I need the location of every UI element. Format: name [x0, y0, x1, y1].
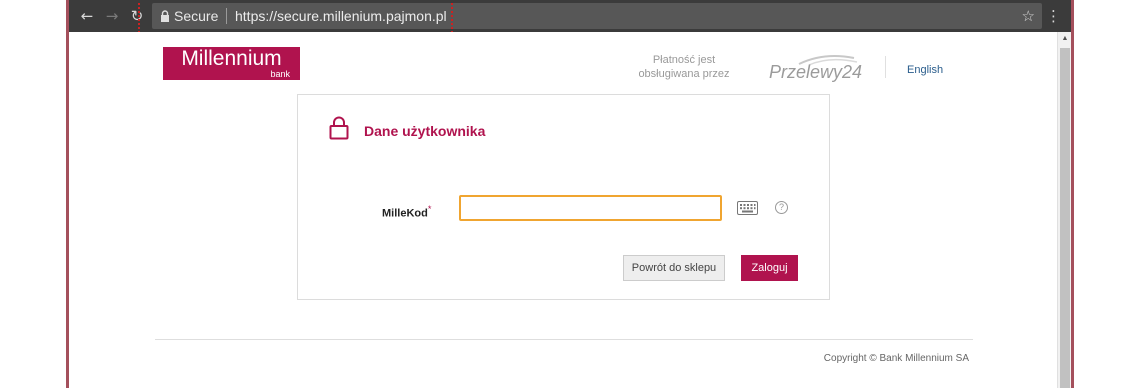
bookmark-star-icon[interactable]: ☆: [1022, 6, 1035, 26]
lock-icon: [161, 10, 169, 22]
browser-window: ← → ↻ Secure https://secure.millenium.pa…: [66, 0, 1074, 388]
header-separator: [885, 56, 886, 78]
login-button[interactable]: Zaloguj: [741, 255, 798, 281]
millennium-logo: Millennium bank: [163, 47, 300, 80]
millekod-label-text: MilleKod: [382, 207, 428, 220]
millekod-label: MilleKod*: [382, 202, 431, 221]
vertical-scrollbar[interactable]: ▲: [1057, 32, 1071, 388]
przelewy24-logo: Przelewy24: [769, 52, 865, 82]
copyright-text: Copyright © Bank Millennium SA: [823, 353, 969, 364]
url-text[interactable]: https://secure.millenium.pajmon.pl: [235, 8, 447, 24]
reload-icon[interactable]: ↻: [127, 6, 147, 26]
scroll-up-arrow-icon[interactable]: ▲: [1058, 32, 1072, 46]
payment-note-line1: Płatność jest: [652, 54, 716, 66]
language-link[interactable]: English: [907, 63, 943, 77]
card-title: Dane użytkownika: [364, 123, 486, 139]
footer-divider: [155, 339, 973, 340]
forward-arrow-icon[interactable]: →: [102, 6, 122, 26]
przelewy24-text: Przelewy24: [769, 62, 863, 82]
login-card: Dane użytkownika MilleKod* ? Powrót do s…: [297, 94, 830, 300]
padlock-icon: [329, 116, 349, 140]
menu-icon[interactable]: ⋮: [1046, 6, 1061, 26]
keyboard-icon[interactable]: [737, 201, 758, 215]
required-marker: *: [427, 204, 432, 214]
payment-note-line2: obsługiwana przez: [638, 68, 730, 80]
address-separator: [226, 8, 227, 24]
payment-note: Płatność jest obsługiwana przez: [629, 53, 739, 81]
page-content: Millennium bank Płatność jest obsługiwan…: [69, 32, 1071, 388]
logo-text: Millennium: [181, 47, 282, 70]
logo-subtext: bank: [270, 69, 290, 79]
help-icon[interactable]: ?: [775, 201, 788, 214]
back-to-shop-button[interactable]: Powrót do sklepu: [623, 255, 725, 281]
secure-label: Secure: [174, 8, 219, 24]
address-bar[interactable]: Secure https://secure.millenium.pajmon.p…: [152, 3, 1042, 29]
millekod-input[interactable]: [459, 195, 722, 221]
browser-toolbar: ← → ↻ Secure https://secure.millenium.pa…: [69, 0, 1071, 32]
scrollbar-thumb[interactable]: [1060, 48, 1070, 388]
back-arrow-icon[interactable]: ←: [77, 6, 97, 26]
